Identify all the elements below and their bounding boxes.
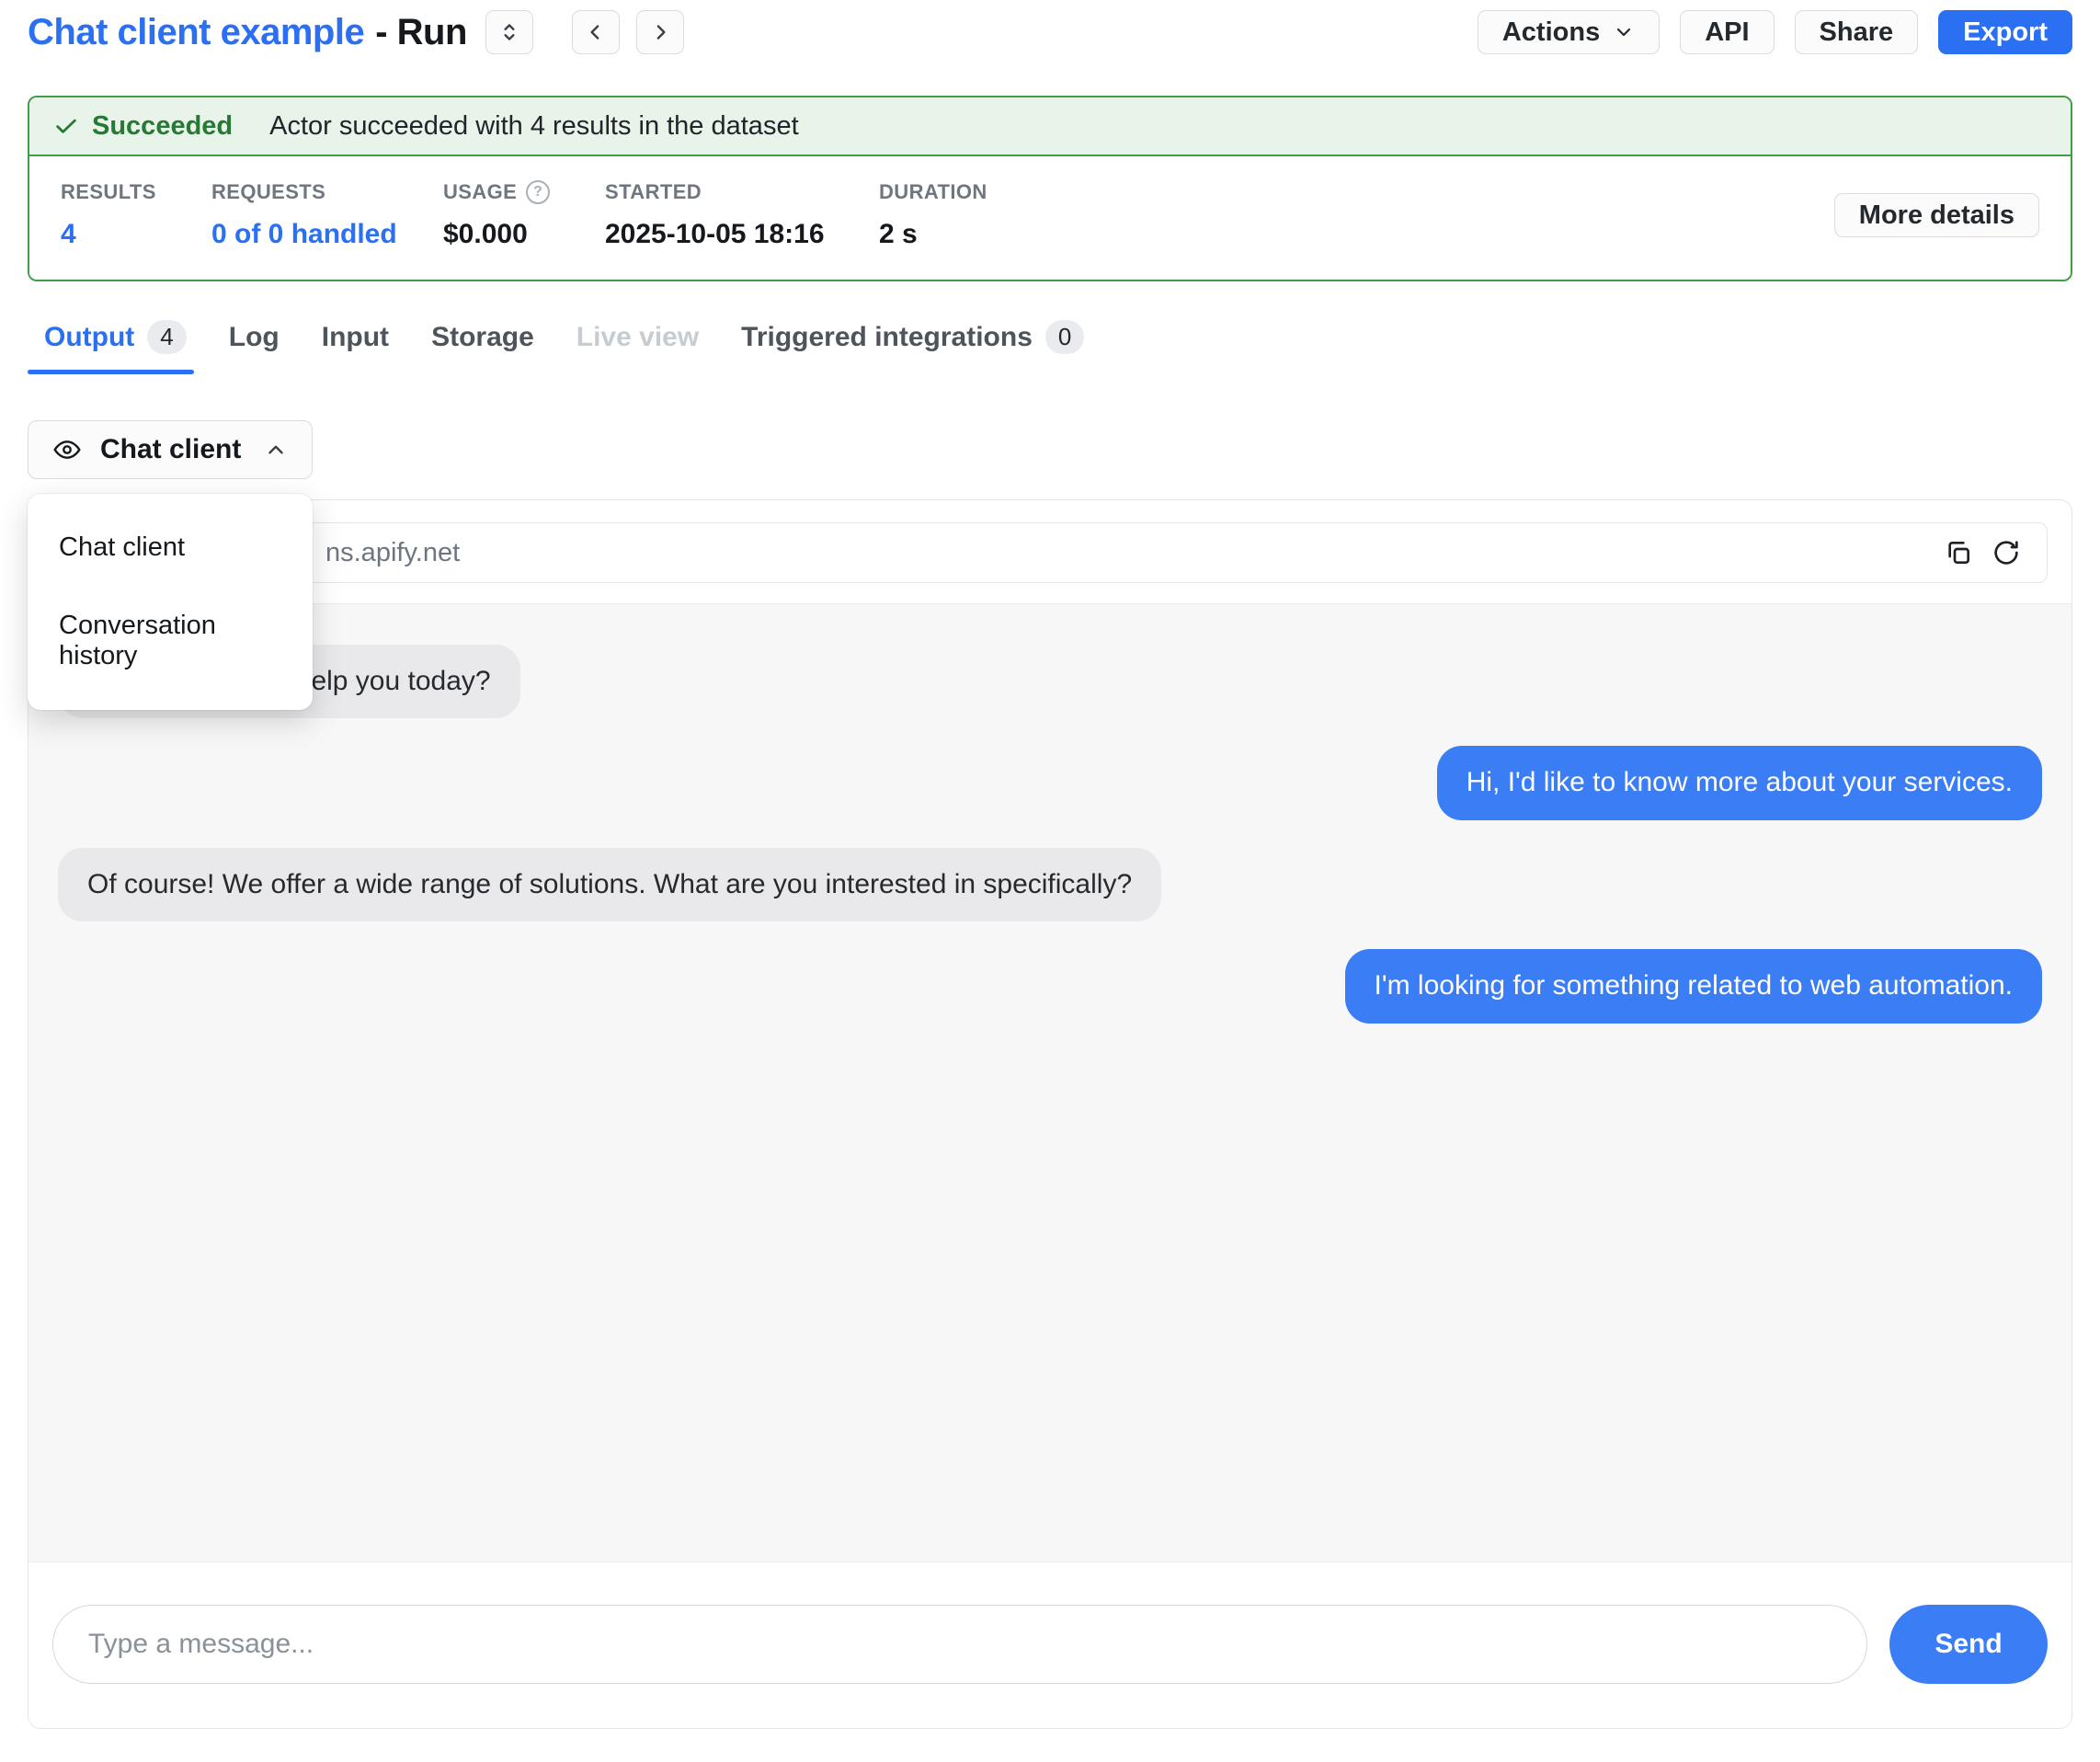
- stat-started-value: 2025-10-05 18:16: [605, 219, 879, 250]
- run-title-suffix: - Run: [375, 12, 467, 52]
- tab-live-view: Live view: [576, 322, 699, 373]
- share-button[interactable]: Share: [1795, 10, 1919, 54]
- run-tabs: Output 4 Log Input Storage Live view Tri…: [28, 320, 2072, 374]
- tab-input[interactable]: Input: [322, 322, 389, 373]
- usage-info-icon[interactable]: ?: [526, 180, 550, 204]
- copy-icon[interactable]: [1944, 538, 1973, 567]
- embed-url-bar: ns.apify.net: [52, 522, 2048, 583]
- output-view-selector-button[interactable]: Chat client: [28, 420, 313, 479]
- chat-message-user: Hi, I'd like to know more about your ser…: [1437, 746, 2042, 819]
- tab-triggered-integrations[interactable]: Triggered integrations 0: [741, 320, 1084, 374]
- tab-triggered-integrations-label: Triggered integrations: [741, 322, 1033, 353]
- output-view-selector-wrap: Chat client Chat client Conversation his…: [28, 420, 313, 479]
- check-icon: [53, 113, 79, 139]
- actor-name-link[interactable]: Chat client example: [28, 12, 364, 52]
- tab-triggered-integrations-badge: 0: [1045, 320, 1084, 354]
- send-button[interactable]: Send: [1889, 1605, 2048, 1684]
- send-button-label: Send: [1935, 1629, 2002, 1659]
- chat-message-bot: Of course! We offer a wide range of solu…: [58, 848, 1161, 921]
- tab-input-label: Input: [322, 322, 389, 353]
- actions-button-label: Actions: [1502, 17, 1600, 48]
- more-details-button[interactable]: More details: [1834, 193, 2039, 237]
- stat-results-label: RESULTS: [61, 180, 211, 204]
- stat-requests-value[interactable]: 0 of 0 handled: [211, 219, 443, 250]
- chevron-down-icon: [1613, 21, 1635, 43]
- tab-storage-label: Storage: [431, 322, 534, 353]
- stat-started-label: STARTED: [605, 180, 879, 204]
- stat-usage-value: $0.000: [443, 219, 605, 250]
- chat-client-panel: ns.apify.net Hello! How can I help you t…: [28, 499, 2072, 1729]
- chat-message-input[interactable]: [52, 1605, 1867, 1684]
- tab-live-view-label: Live view: [576, 322, 699, 353]
- next-run-button[interactable]: [636, 10, 684, 54]
- previous-run-button[interactable]: [572, 10, 620, 54]
- run-navigation: [572, 10, 684, 54]
- chat-message-user: I'm looking for something related to web…: [1345, 949, 2042, 1023]
- chevron-right-icon: [648, 20, 672, 44]
- stat-duration: DURATION 2 s: [879, 180, 987, 250]
- menu-item-conversation-history[interactable]: Conversation history: [28, 587, 313, 695]
- header: Chat client example - Run Actions: [28, 9, 2072, 55]
- share-button-label: Share: [1820, 17, 1894, 48]
- run-status-card: Succeeded Actor succeeded with 4 results…: [28, 96, 2072, 281]
- status-badge: Succeeded: [53, 111, 233, 142]
- stat-usage: USAGE ? $0.000: [443, 180, 605, 250]
- tab-output[interactable]: Output 4: [44, 320, 187, 374]
- api-button-label: API: [1705, 17, 1749, 48]
- output-view-selector-label: Chat client: [100, 434, 241, 465]
- refresh-icon[interactable]: [1992, 538, 2021, 567]
- embed-url-actions: [1944, 538, 2021, 567]
- api-button[interactable]: API: [1680, 10, 1774, 54]
- status-message: Actor succeeded with 4 results in the da…: [269, 111, 798, 142]
- tab-storage[interactable]: Storage: [431, 322, 534, 373]
- status-banner: Succeeded Actor succeeded with 4 results…: [29, 97, 2071, 156]
- stat-requests: REQUESTS 0 of 0 handled: [211, 180, 443, 250]
- tab-output-label: Output: [44, 322, 134, 353]
- stat-duration-value: 2 s: [879, 219, 987, 250]
- stat-started: STARTED 2025-10-05 18:16: [605, 180, 879, 250]
- tab-log-label: Log: [229, 322, 280, 353]
- tab-output-badge: 4: [147, 320, 186, 354]
- export-button[interactable]: Export: [1938, 10, 2072, 54]
- eye-icon: [52, 435, 82, 464]
- chat-message-list: Hello! How can I help you today? Hi, I'd…: [29, 603, 2071, 1562]
- stat-duration-label: DURATION: [879, 180, 987, 204]
- stat-usage-label: USAGE ?: [443, 180, 605, 204]
- tab-log[interactable]: Log: [229, 322, 280, 373]
- output-view-dropdown: Chat client Conversation history: [28, 494, 313, 710]
- chevron-left-icon: [584, 20, 608, 44]
- stat-requests-label: REQUESTS: [211, 180, 443, 204]
- more-details-label: More details: [1859, 200, 2014, 231]
- run-page: Chat client example - Run Actions: [0, 0, 2100, 1729]
- status-badge-label: Succeeded: [92, 111, 233, 142]
- stat-usage-label-text: USAGE: [443, 180, 517, 204]
- chat-composer: Send: [29, 1562, 2071, 1725]
- sort-icon: [497, 20, 521, 44]
- page-title: Chat client example - Run: [28, 12, 467, 53]
- embed-url-text: ns.apify.net: [79, 538, 1944, 568]
- stat-results-value[interactable]: 4: [61, 219, 211, 250]
- run-stats: RESULTS 4 REQUESTS 0 of 0 handled USAGE …: [29, 156, 2071, 280]
- actions-button[interactable]: Actions: [1478, 10, 1660, 54]
- menu-item-chat-client[interactable]: Chat client: [28, 509, 313, 587]
- stat-results: RESULTS 4: [61, 180, 211, 250]
- chevron-up-icon: [264, 438, 288, 462]
- export-button-label: Export: [1963, 17, 2048, 48]
- run-selector-button[interactable]: [485, 10, 533, 54]
